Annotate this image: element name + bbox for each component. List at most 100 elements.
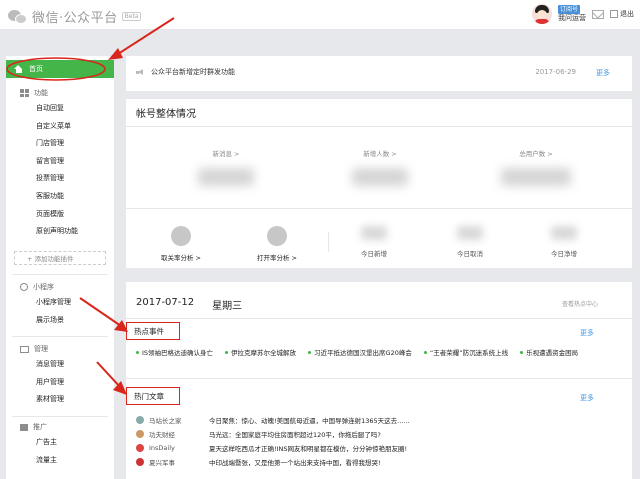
divider: [126, 126, 632, 127]
sidebar-item-miniprogram-manage[interactable]: 小程序管理: [6, 294, 114, 312]
bullet-icon: [136, 350, 139, 354]
top-bar: 微信·公众平台 Beta 订阅号 我问运营 退出: [0, 0, 640, 30]
beta-badge: Beta: [121, 12, 142, 21]
notice-date: 2017-06-29: [535, 68, 576, 76]
tool-label: 打开率分析 >: [256, 254, 297, 262]
hot-event-item[interactable]: 乐视遭遇资金困局: [520, 347, 578, 357]
sidebar-item-custom-menu[interactable]: 自定义菜单: [6, 118, 114, 136]
sidebar-item-customer-service[interactable]: 客服功能: [6, 188, 114, 206]
hot-events-more-link[interactable]: 更多: [580, 328, 594, 338]
stat-new-messages[interactable]: 新消息 >: [166, 148, 286, 186]
sidebar-item-original[interactable]: 原创声明功能: [6, 223, 114, 241]
notice-more-link[interactable]: 更多: [596, 68, 610, 78]
add-plugin-button[interactable]: + 添加功能插件: [14, 251, 106, 265]
grid-icon: [20, 89, 29, 97]
article-title: 中印战端暨张，又是他第一个站出来支持中国，看得我想哭!: [209, 459, 381, 467]
divider: [12, 274, 108, 275]
article-title: 夏天这样吃西瓜才正确!INS网友和明星都在模仿，分分钟惊艳朋友圈!: [209, 445, 408, 453]
unfollow-analysis-button[interactable]: 取关率分析 >: [146, 226, 216, 262]
bullet-icon: [520, 350, 524, 354]
manage-icon: [20, 345, 29, 353]
stat-value-blurred: [361, 226, 387, 240]
user-icon: [171, 226, 191, 246]
sidebar: 首页 功能 自动回复 自定义菜单 门店管理 留言管理 投票管理 客服功能 页面模…: [6, 56, 114, 479]
sidebar-section-promote: 推广 广告主 流量主: [6, 420, 114, 469]
bullet-icon: [308, 350, 312, 354]
current-weekday: 星期三: [212, 301, 243, 312]
vertical-separator: [328, 232, 329, 252]
stat-value-blurred: [457, 226, 483, 240]
speaker-icon: [136, 68, 145, 76]
sidebar-item-users[interactable]: 用户管理: [6, 374, 114, 392]
stat-new-users[interactable]: 新增人数 >: [320, 148, 440, 186]
article-title: 今日聚焦：惊心、动魄!美国航母近逼，中国导弹连射1365天这去......: [209, 417, 410, 425]
sidebar-item-store[interactable]: 门店管理: [6, 135, 114, 153]
date-row: 2017-07-12 星期三: [136, 297, 242, 312]
hot-event-item[interactable]: IS领袖巴格达迪确认身亡: [136, 347, 213, 357]
sidebar-item-materials[interactable]: 素材管理: [6, 391, 114, 409]
article-row[interactable]: InsDaily 夏天这样吃西瓜才正确!INS网友和明星都在模仿，分分钟惊艳朋友…: [136, 441, 606, 455]
article-source: InsDaily: [149, 444, 175, 452]
stat-value-blurred: [352, 168, 408, 186]
sidebar-item-auto-reply[interactable]: 自动回复: [6, 100, 114, 118]
section-title: 功能: [34, 89, 48, 97]
stat-today-cancel: 今日取消: [440, 226, 500, 258]
stat-today-new: 今日新增: [344, 226, 404, 258]
hot-articles-more-link[interactable]: 更多: [580, 393, 594, 403]
overview-title: 帐号整体情况: [136, 109, 196, 120]
article-row[interactable]: 夏兴军事 中印战端暨张，又是他第一个站出来支持中国，看得我想哭!: [136, 455, 606, 469]
stat-label: 新增人数 >: [363, 150, 397, 158]
sidebar-item-vote[interactable]: 投票管理: [6, 170, 114, 188]
source-avatar-icon: [136, 416, 144, 424]
home-label: 首页: [29, 65, 43, 73]
sidebar-item-home[interactable]: 首页: [6, 60, 114, 78]
hot-event-item[interactable]: 习近平抵达德国汉堡出席G20峰会: [308, 347, 412, 357]
stat-label: 今日净增: [551, 250, 577, 258]
account-type-badge: 订阅号: [558, 5, 581, 14]
article-source: 功夫财经: [149, 431, 175, 439]
bullet-icon: [423, 350, 427, 354]
current-date: 2017-07-12: [136, 297, 195, 308]
source-avatar-icon: [136, 458, 144, 466]
notice-bar[interactable]: 公众平台新增定时群发功能: [136, 67, 235, 77]
sidebar-item-page-template[interactable]: 页面模版: [6, 206, 114, 224]
section-gap: [126, 268, 632, 282]
hot-event-item[interactable]: “王者荣耀”防沉迷系统上线: [423, 347, 508, 357]
wechat-logo[interactable]: 微信·公众平台 Beta: [8, 7, 142, 26]
article-source: 马站长之家: [149, 417, 182, 425]
logout-icon: [610, 10, 618, 18]
avatar[interactable]: [532, 4, 552, 24]
source-avatar-icon: [136, 444, 144, 452]
sidebar-item-messages[interactable]: 消息管理: [6, 356, 114, 374]
account-info[interactable]: 订阅号 我问运营: [558, 5, 586, 23]
promote-icon: [20, 423, 28, 431]
hot-events-title: 热点事件: [134, 327, 164, 336]
stat-total-users[interactable]: 总用户数 >: [476, 148, 596, 186]
mail-icon[interactable]: [592, 9, 604, 19]
logout-button[interactable]: 退出: [610, 9, 634, 19]
section-title: 管理: [34, 345, 48, 353]
open-rate-analysis-button[interactable]: 打开率分析 >: [242, 226, 312, 262]
stat-label: 新消息 >: [212, 150, 240, 158]
sidebar-item-display-scene[interactable]: 展示场景: [6, 312, 114, 330]
bullet-icon: [225, 350, 229, 354]
section-title: 小程序: [33, 283, 54, 291]
divider: [126, 318, 632, 319]
hot-articles-list: 马站长之家 今日聚焦：惊心、动魄!美国航母近逼，中国导弹连射1365天这去...…: [136, 413, 606, 469]
stat-label: 今日新增: [361, 250, 387, 258]
sidebar-item-publisher[interactable]: 流量主: [6, 452, 114, 470]
main-content: 公众平台新增定时群发功能 2017-06-29 更多 帐号整体情况 新消息 > …: [126, 56, 632, 479]
sidebar-item-advertiser[interactable]: 广告主: [6, 434, 114, 452]
divider: [12, 336, 108, 337]
stat-value-blurred: [198, 168, 254, 186]
hot-center-link[interactable]: 查看热点中心: [562, 299, 598, 308]
article-row[interactable]: 功夫财经 马光远：全国家庭平均住房面积超过120平，你拖后腿了吗?: [136, 427, 606, 441]
account-name: 我问运营: [558, 14, 586, 22]
sidebar-section-manage: 管理 消息管理 用户管理 素材管理: [6, 342, 114, 409]
sidebar-section-miniprogram: 小程序 小程序管理 展示场景: [6, 280, 114, 329]
sidebar-item-comments[interactable]: 留言管理: [6, 153, 114, 171]
stat-label: 今日取消: [457, 250, 483, 258]
article-row[interactable]: 马站长之家 今日聚焦：惊心、动魄!美国航母近逼，中国导弹连射1365天这去...…: [136, 413, 606, 427]
divider: [12, 416, 108, 417]
hot-event-item[interactable]: 伊拉克摩苏尔全城解放: [225, 347, 296, 357]
